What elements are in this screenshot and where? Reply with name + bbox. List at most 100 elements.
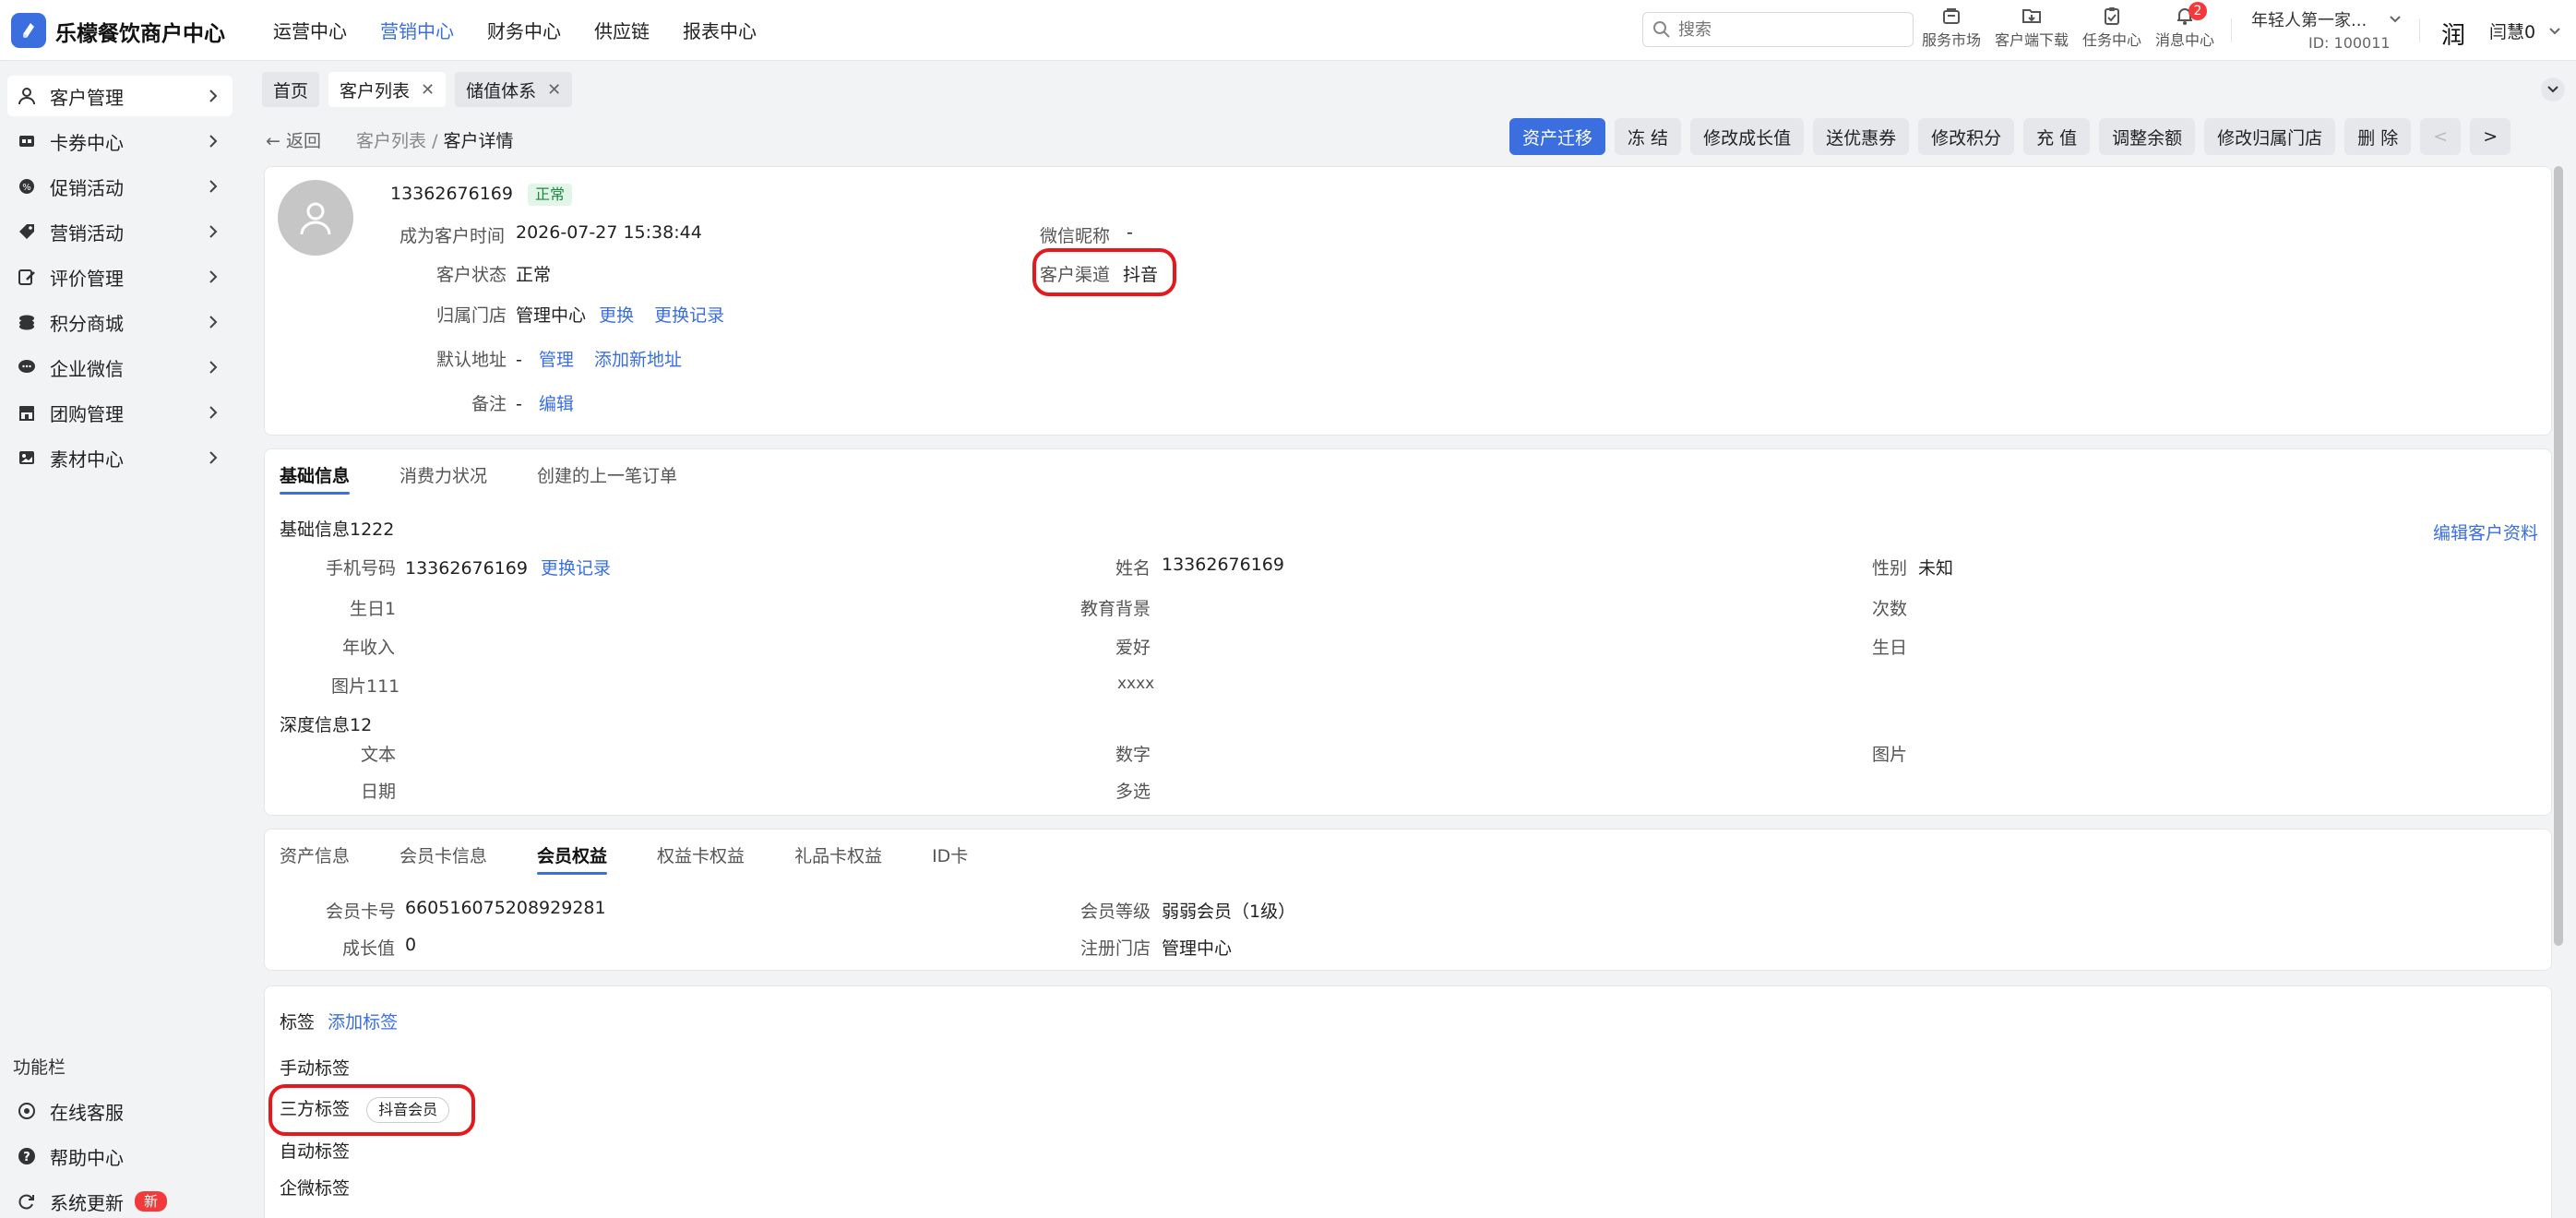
phone-label: 手机号码 [326,558,397,579]
sidebar-item-promotions[interactable]: % 促销活动 [7,166,233,207]
member-card: 资产信息 会员卡信息 会员权益 权益卡权益 礼品卡权益 ID卡 会员卡号 660… [264,829,2552,971]
address-manage-link[interactable]: 管理 [539,350,574,370]
close-icon[interactable]: ✕ [421,80,435,100]
adjust-balance-button[interactable]: 调整余额 [2099,118,2196,155]
breadcrumb: 客户列表 / 客户详情 [356,127,514,152]
delete-button[interactable]: 删 除 [2344,118,2412,155]
sidebar-item-online-service[interactable]: 在线客服 [7,1091,233,1131]
level-value: 弱弱会员（1级） [1162,902,1296,922]
modify-store-button[interactable]: 修改归属门店 [2204,118,2336,155]
card-no-value: 660516075208929281 [405,898,606,918]
growth-value: 0 [405,935,417,955]
sidebar-item-marketing[interactable]: 营销活动 [7,211,233,252]
sidebar-item-reviews[interactable]: 评价管理 [7,257,233,297]
next-customer-button[interactable]: > [2470,118,2511,155]
store-history-link[interactable]: 更换记录 [654,305,724,326]
sidebar-item-wecom[interactable]: 企业微信 [7,347,233,388]
sidebar-item-label: 在线客服 [50,1101,124,1124]
search-box[interactable] [1642,12,1914,47]
tab-rights-card[interactable]: 权益卡权益 [657,830,745,876]
count-label: 次数 [1872,599,1908,619]
address-add-link[interactable]: 添加新地址 [594,350,682,370]
headset-icon [17,1101,37,1121]
chevron-right-icon [209,406,218,419]
breadcrumb-parent[interactable]: 客户列表 [356,131,426,151]
sidebar-item-label: 积分商城 [50,312,124,335]
card-no-label: 会员卡号 [326,902,397,922]
page-scrollbar[interactable] [2554,166,2563,946]
tags-card: 标签 添加标签 手动标签 三方标签 抖音会员 自动标签 企微标签 [264,985,2552,1218]
modify-growth-button[interactable]: 修改成长值 [1690,118,1805,155]
sidebar-item-label: 营销活动 [50,221,124,245]
chevron-down-icon [2547,86,2558,93]
tab-asset-info[interactable]: 资产信息 [280,830,350,876]
tab-stored-value[interactable]: 储值体系 ✕ [455,72,573,107]
tab-home[interactable]: 首页 [262,72,320,107]
sidebar-item-materials[interactable]: 素材中心 [7,437,233,478]
sidebar-item-cards[interactable]: 卡券中心 [7,121,233,161]
message-count-badge: 2 [2188,2,2207,20]
tab-gift-card[interactable]: 礼品卡权益 [794,830,882,876]
customer-phone: 13362676169 [390,184,513,204]
auto-tags-label: 自动标签 [280,1141,351,1162]
task-center-button[interactable]: 任务中心 [2075,6,2149,50]
nav-operations[interactable]: 运营中心 [273,17,347,43]
add-tag-link[interactable]: 添加标签 [328,1012,398,1033]
client-download-button[interactable]: 客户端下载 [1995,6,2069,50]
tab-id-card[interactable]: ID卡 [932,830,968,876]
sidebar-item-customer[interactable]: 客户管理 [7,76,233,116]
account-switcher[interactable]: 年轻人第一家... ID: 100011 [2251,7,2402,52]
modify-points-button[interactable]: 修改积分 [1918,118,2015,155]
nav-reports[interactable]: 报表中心 [683,17,757,43]
section-title: 基础信息1222 [280,519,395,540]
sidebar-item-group-buy[interactable]: 团购管理 [7,392,233,433]
tab-spending-power[interactable]: 消费力状况 [400,449,487,496]
tab-member-card-info[interactable]: 会员卡信息 [400,830,487,876]
phone-value: 13362676169 [405,558,528,579]
store-change-link[interactable]: 更换 [599,305,634,326]
back-button[interactable]: ← 返回 [266,127,321,152]
third-party-highlight-ring [268,1084,475,1136]
nav-supply-chain[interactable]: 供应链 [594,17,650,43]
basic-info-card: 基础信息 消费力状况 创建的上一笔订单 基础信息1222 编辑客户资料 手机号码… [264,448,2552,816]
user-avatar[interactable]: 润 [2441,17,2465,51]
send-coupon-button[interactable]: 送优惠券 [1813,118,1910,155]
freeze-button[interactable]: 冻 结 [1615,118,1682,155]
store-label: 归属门店 [436,305,507,326]
prev-customer-button[interactable]: < [2420,118,2462,155]
chevron-right-icon [209,180,218,193]
manual-tags-label: 手动标签 [280,1058,351,1079]
sidebar-item-label: 团购管理 [50,402,124,425]
gender-label: 性别 [1872,558,1908,579]
tab-basic-info[interactable]: 基础信息 [280,449,351,496]
search-input[interactable] [1678,18,1900,41]
address-row: - 管理 添加新地址 [516,346,682,371]
date-label: 日期 [361,782,397,802]
address-label: 默认地址 [436,350,507,370]
tab-last-order[interactable]: 创建的上一笔订单 [537,449,677,496]
asset-migrate-button[interactable]: 资产迁移 [1509,118,1606,155]
sidebar-item-points-mall[interactable]: 积分商城 [7,302,233,342]
tabs-dropdown-button[interactable] [2541,78,2565,102]
nav-marketing[interactable]: 营销中心 [380,17,454,43]
top-nav: 运营中心 营销中心 财务中心 供应链 报表中心 [273,17,790,43]
user-menu[interactable]: 闫慧0 [2489,18,2561,43]
message-center-button[interactable]: 消息中心 2 [2148,2,2222,50]
close-icon[interactable]: ✕ [547,80,561,100]
nav-finance[interactable]: 财务中心 [487,17,561,43]
store-icon [17,402,37,423]
growth-label: 成长值 [342,938,396,959]
sidebar-item-label: 帮助中心 [50,1146,124,1169]
sidebar-item-system-update[interactable]: 系统更新 新 [7,1181,233,1218]
sidebar-item-label: 系统更新 [50,1191,124,1214]
recharge-button[interactable]: 充 值 [2023,118,2091,155]
phone-history-link[interactable]: 更换记录 [541,558,611,579]
tab-member-rights[interactable]: 会员权益 [537,830,608,876]
tab-customer-list[interactable]: 客户列表 ✕ [328,72,447,107]
remark-edit-link[interactable]: 编辑 [539,394,574,414]
tab-label: 客户列表 [340,80,411,102]
edit-profile-link[interactable]: 编辑客户资料 [2433,519,2538,544]
sidebar-item-help[interactable]: ? 帮助中心 [7,1136,233,1176]
service-market-button[interactable]: 服务市场 [1914,6,1988,50]
coins-icon [17,312,37,332]
